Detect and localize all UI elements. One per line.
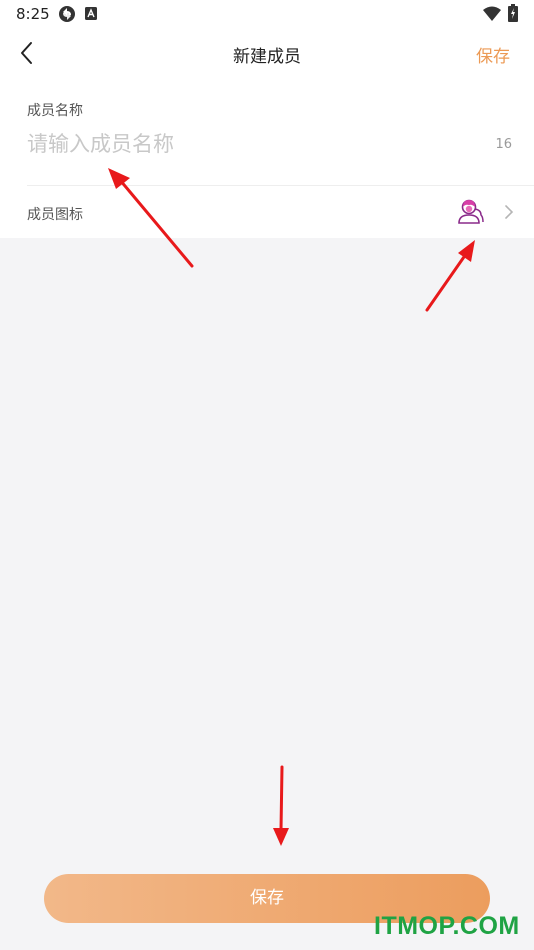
chevron-right-icon	[505, 205, 514, 219]
member-avatar-icon[interactable]	[457, 197, 485, 225]
header-save-button[interactable]: 保存	[476, 42, 510, 67]
annotation-arrow-save	[273, 765, 289, 846]
nav-bar: 新建成员 保存	[0, 30, 534, 76]
battery-icon	[508, 4, 518, 22]
status-bar: 8:25	[0, 0, 534, 30]
notification-icon	[85, 7, 97, 20]
page: 8:25 新建成员 保存 成员名称 16 成员图标	[0, 0, 534, 950]
member-name-input[interactable]	[27, 128, 467, 160]
sync-icon	[59, 6, 75, 22]
status-time: 8:25	[16, 5, 50, 23]
member-icon-label: 成员图标	[27, 207, 83, 223]
page-title: 新建成员	[233, 47, 301, 67]
watermark: ITMOP.COM	[374, 912, 520, 940]
char-limit-counter: 16	[495, 137, 512, 152]
member-icon-row[interactable]: 成员图标	[0, 186, 534, 238]
member-name-label: 成员名称	[27, 103, 83, 119]
annotation-arrow-icon	[425, 240, 475, 312]
wifi-icon	[483, 6, 501, 21]
